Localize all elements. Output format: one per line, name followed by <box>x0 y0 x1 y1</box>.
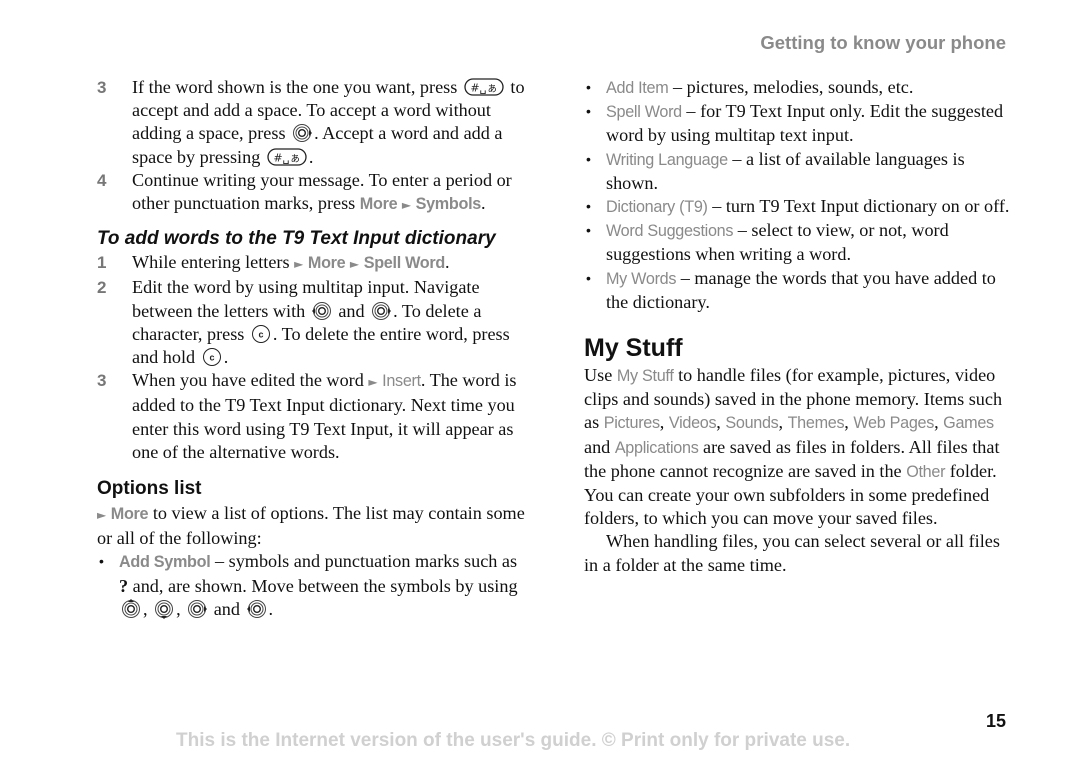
hash-space-key-icon: #␣ぁ <box>267 147 307 166</box>
option-label: Spell Word <box>606 103 682 122</box>
step-3-accept-word: 3 If the word shown is the one you want,… <box>97 77 525 167</box>
menu-arrow-icon: ► <box>294 257 304 272</box>
option-label: Dictionary (T9) <box>606 198 708 217</box>
my-stuff-paragraph-1: Use My Stuff to handle files (for exampl… <box>584 365 1003 529</box>
menu-item-more: More <box>359 195 398 214</box>
folder-web-pages: Web Pages <box>853 414 935 433</box>
svg-text:c: c <box>209 353 214 363</box>
option-dictionary-t9: • Dictionary (T9) – turn T9 Text Input di… <box>584 195 1012 219</box>
subheading-add-words: To add words to the T9 Text Input dictio… <box>97 228 496 250</box>
menu-item-more: More <box>307 254 346 273</box>
menu-arrow-icon: ► <box>349 257 360 272</box>
bullet-icon: • <box>586 103 591 120</box>
nav-right-key-icon <box>292 123 313 143</box>
menu-item-symbols: Symbols <box>415 195 482 214</box>
folder-applications: Applications <box>614 438 699 457</box>
step-1-spell-word: 1 While entering letters ► More ► Spell … <box>97 251 527 276</box>
nav-right-key-icon <box>371 301 392 321</box>
options-intro: ► More to view a list of options. The li… <box>97 503 525 549</box>
option-label: Word Suggestions <box>606 222 734 241</box>
hash-space-key-icon: #␣ぁ <box>464 78 504 96</box>
folder-pictures: Pictures <box>603 414 660 433</box>
folder-games: Games <box>943 414 994 433</box>
page-number: 15 <box>985 711 1006 731</box>
bullet-icon: • <box>586 198 591 215</box>
svg-text:#␣ぁ: #␣ぁ <box>273 151 300 164</box>
menu-arrow-icon: ► <box>97 508 107 523</box>
step-number: 3 <box>97 78 107 97</box>
step-3-insert: 3 When you have edited the word ► Insert… <box>97 370 517 462</box>
right-column: • Add Item – pictures, melodies, sounds, … <box>584 76 1012 577</box>
option-writing-language: • Writing Language – a list of available … <box>586 148 965 193</box>
step-2-edit-word: 2 Edit the word by using multitap input.… <box>97 277 510 368</box>
option-label: Add Symbol <box>119 553 211 572</box>
nav-right-key-icon <box>187 599 208 619</box>
clear-key-icon: c <box>202 348 221 367</box>
footer-notice: This is the Internet version of the user… <box>176 730 851 751</box>
menu-item-spell-word: Spell Word <box>363 254 446 273</box>
folder-videos: Videos <box>668 414 717 433</box>
clear-key-icon: c <box>251 324 270 343</box>
step-number: 1 <box>97 253 107 273</box>
option-label: My Words <box>606 269 677 288</box>
bullet-icon: • <box>586 222 591 239</box>
step-text: If the word shown is the one you want, p… <box>132 77 458 97</box>
nav-left-key-icon <box>246 599 267 619</box>
step-number: 4 <box>97 170 107 190</box>
option-my-words: • My Words – manage the words that you ha… <box>586 267 996 312</box>
nav-up-key-icon <box>121 598 141 619</box>
svg-text:c: c <box>258 329 263 339</box>
section-header: Getting to know your phone <box>760 32 1006 53</box>
folder-themes: Themes <box>787 414 845 433</box>
option-label: Add Item <box>606 79 669 97</box>
option-add-symbol: • Add Symbol – symbols and punctuation m… <box>99 551 518 619</box>
folder-other: Other <box>906 462 946 481</box>
menu-arrow-icon: ► <box>401 198 412 213</box>
folder-sounds: Sounds <box>725 414 779 433</box>
step-number: 3 <box>97 371 107 391</box>
heading-options-list: Options list <box>97 478 202 500</box>
menu-item-more: More <box>110 505 149 524</box>
bullet-icon: • <box>586 150 591 167</box>
my-stuff-paragraph-2: When handling files, you can select seve… <box>584 531 1000 575</box>
option-word-suggestions: • Word Suggestions – select to view, or n… <box>586 220 949 265</box>
option-spell-word: • Spell Word – for T9 Text Input only. Ed… <box>586 101 1004 146</box>
step-number: 2 <box>97 278 107 298</box>
nav-left-key-icon <box>311 301 332 321</box>
step-4-punctuation: 4 Continue writing your message. To ente… <box>97 169 512 214</box>
svg-text:#␣ぁ: #␣ぁ <box>470 82 497 95</box>
bullet-icon: • <box>586 269 591 286</box>
left-column: 3 If the word shown is the one you want,… <box>97 76 527 621</box>
nav-down-key-icon <box>154 599 174 619</box>
heading-my-stuff: My Stuff <box>584 334 683 363</box>
menu-item-my-stuff: My Stuff <box>616 367 674 386</box>
bullet-icon: • <box>99 553 104 570</box>
menu-item-insert: Insert <box>382 372 421 391</box>
bullet-icon: • <box>586 79 591 95</box>
option-add-item: • Add Item – pictures, melodies, sounds, … <box>584 76 1012 100</box>
option-label: Writing Language <box>606 150 728 169</box>
menu-arrow-icon: ► <box>368 375 378 390</box>
